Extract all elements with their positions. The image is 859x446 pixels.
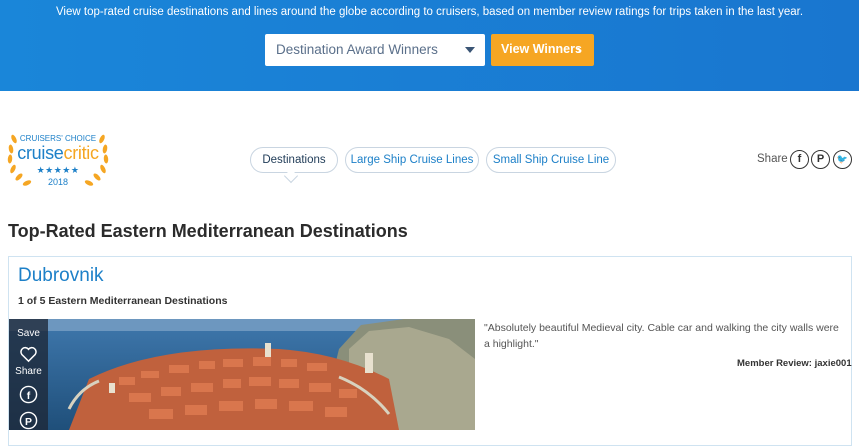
destination-photo[interactable]: [9, 319, 475, 430]
tab-large-ship-cruise-lines[interactable]: Large Ship Cruise Lines: [345, 147, 479, 173]
badge-caption: CRUISERS' CHOICE: [19, 134, 97, 143]
logo-part-critic: critic: [63, 143, 100, 163]
cruisers-choice-badge: CRUISERS' CHOICE cruisecritic ★★★★★ 2018: [6, 125, 110, 189]
hero-banner: View top-rated cruise destinations and l…: [0, 0, 859, 91]
svg-text:f: f: [27, 391, 31, 402]
view-winners-button[interactable]: View Winners ›: [491, 34, 594, 66]
award-type-select[interactable]: Destination Award Winners: [265, 34, 485, 66]
destination-rank: 1 of 5 Eastern Mediterranean Destination…: [18, 295, 228, 307]
chevron-down-icon: [465, 47, 475, 53]
section-title: Top-Rated Eastern Mediterranean Destinat…: [8, 221, 408, 241]
member-review-attribution: Member Review: jaxie001: [737, 358, 852, 369]
destination-title-link[interactable]: Dubrovnik: [18, 265, 104, 287]
facebook-icon[interactable]: f: [790, 150, 809, 169]
reviewer-name[interactable]: jaxie001: [815, 358, 852, 369]
share-label: Share: [757, 153, 788, 165]
star-rating-icon: ★★★★★: [36, 165, 80, 175]
svg-text:P: P: [25, 417, 32, 428]
award-type-select-value: Destination Award Winners: [276, 42, 438, 57]
badge-year: 2018: [47, 177, 69, 187]
heart-icon[interactable]: [19, 345, 38, 364]
view-winners-label: View Winners: [501, 42, 582, 56]
chevron-right-icon: ›: [577, 42, 582, 57]
share-label-photo: Share: [15, 366, 42, 377]
twitter-icon[interactable]: 🐦: [833, 150, 852, 169]
cruise-critic-logo: cruisecritic: [6, 143, 110, 164]
logo-part-cruise: cruise: [17, 143, 64, 163]
member-review-label: Member Review:: [737, 358, 812, 369]
hero-description: View top-rated cruise destinations and l…: [55, 6, 804, 18]
member-quote: "Absolutely beautiful Medieval city. Cab…: [484, 322, 839, 350]
pinterest-icon[interactable]: P: [811, 150, 830, 169]
tab-small-ship-cruise-line[interactable]: Small Ship Cruise Line: [486, 147, 616, 173]
pinterest-icon[interactable]: P: [19, 411, 38, 430]
save-label: Save: [17, 328, 40, 339]
dubrovnik-photo-illustration: [9, 319, 475, 430]
facebook-icon[interactable]: f: [19, 385, 38, 404]
tab-destinations[interactable]: Destinations: [250, 147, 338, 173]
